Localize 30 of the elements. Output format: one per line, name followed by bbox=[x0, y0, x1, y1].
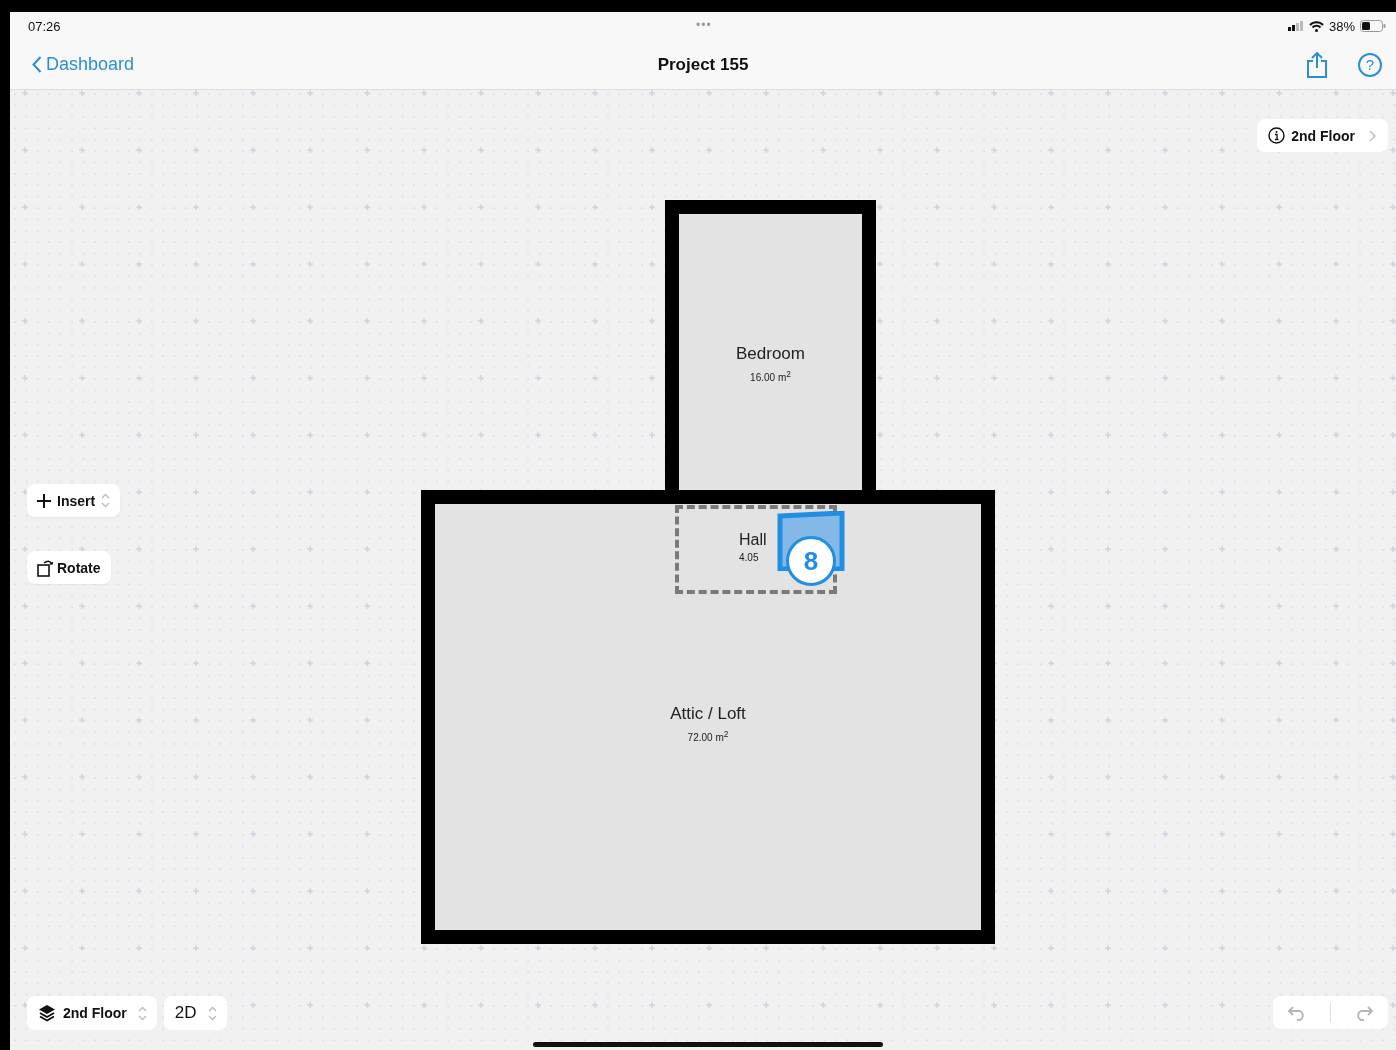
layers-icon bbox=[38, 1004, 56, 1022]
info-icon bbox=[1268, 127, 1286, 144]
share-icon[interactable] bbox=[1306, 51, 1328, 78]
stepper-icon bbox=[101, 493, 111, 508]
plus-icon bbox=[37, 493, 51, 508]
project-title: Project 155 bbox=[657, 54, 749, 75]
status-time: 07:26 bbox=[28, 18, 61, 34]
chevron-left-icon bbox=[32, 56, 42, 73]
floor-selector[interactable]: 2nd Floor bbox=[27, 996, 157, 1030]
undo-icon bbox=[1286, 1004, 1307, 1021]
wifi-icon bbox=[1308, 20, 1324, 32]
stepper-icon bbox=[207, 1005, 217, 1021]
room-area: 72.00 m$^{2}$ bbox=[687, 729, 729, 744]
tool-button[interactable]: Insert bbox=[27, 484, 121, 517]
tool-button[interactable]: Rotate bbox=[27, 551, 111, 584]
signal-icon bbox=[1287, 21, 1304, 31]
battery-percent: 38% bbox=[1328, 18, 1355, 34]
room-walls[interactable]: Bedroom 16.00 m$^{2}$ bbox=[665, 200, 876, 490]
rotate-icon bbox=[37, 558, 55, 577]
room-name: Hall bbox=[739, 531, 767, 549]
floor-info-button[interactable]: 2nd Floor bbox=[1257, 119, 1388, 152]
battery-icon bbox=[1360, 20, 1386, 32]
chevron-right-icon bbox=[1369, 129, 1376, 142]
redo-icon bbox=[1354, 1004, 1375, 1021]
view-selector[interactable]: 2D bbox=[163, 996, 227, 1030]
room-name: Bedroom bbox=[736, 344, 805, 364]
room-area: 4.05 bbox=[739, 552, 759, 563]
room-area: 16.00 m$^{2}$ bbox=[750, 369, 791, 384]
room-name: Attic / Loft bbox=[670, 704, 746, 724]
stepper-icon bbox=[137, 1005, 147, 1021]
